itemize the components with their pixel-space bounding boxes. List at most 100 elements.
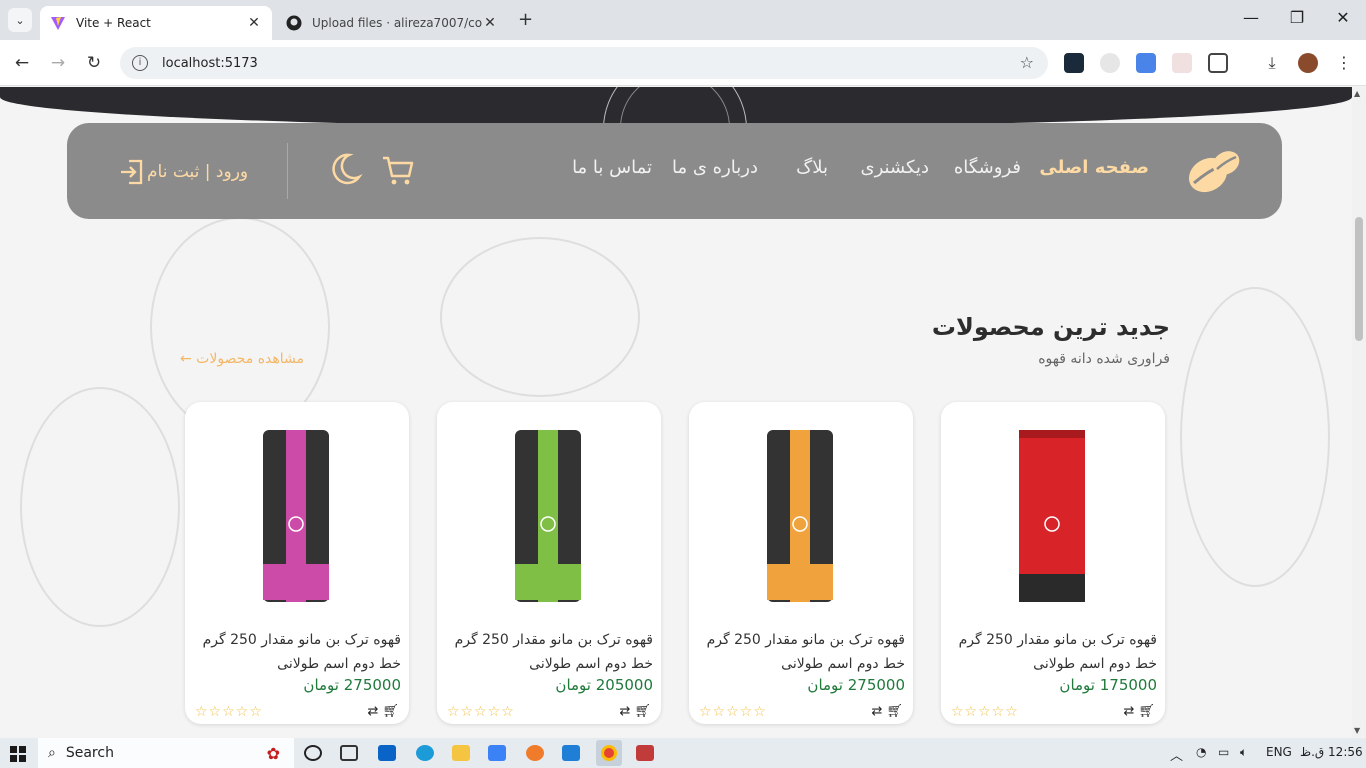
compare-icon[interactable]: ⇄ [871,704,882,719]
product-name: قهوه ترک بن مانو مقدار 250 گرم خط دوم اس… [454,632,653,672]
nav-dictionary[interactable]: دیکشنری [861,157,929,178]
compare-icon[interactable]: ⇄ [367,704,378,719]
scroll-up-arrow[interactable]: ▲ [1354,89,1360,98]
task-view-icon[interactable] [304,745,322,761]
store-icon[interactable] [488,745,506,761]
windows-taskbar: ⌕ Search ✿ ︿ ◔ ▭ 🔈︎ ENG 12:56 ق.ظ [0,738,1366,768]
compare-icon[interactable]: ⇄ [619,704,630,719]
background-sketch [440,237,640,397]
cart-icon[interactable] [377,149,417,189]
product-name: قهوه ترک بن مانو مقدار 250 گرم خط دوم اس… [958,632,1157,672]
app-icon[interactable] [636,745,654,761]
extension-icon[interactable] [1064,53,1084,73]
close-icon[interactable]: ✕ [482,15,498,31]
restore-button[interactable]: ❐ [1274,8,1320,27]
nav-blog[interactable]: بلاگ [796,157,828,178]
product-actions: ⇄ 🛒︎ [1123,704,1155,719]
add-to-cart-icon[interactable]: 🛒︎ [1138,704,1155,719]
product-actions: ⇄ 🛒︎ [871,704,903,719]
forward-button[interactable]: → [46,51,70,75]
tab-github-upload[interactable]: Upload files · alireza7007/coffee ✕ [276,6,508,40]
back-button[interactable]: ← [10,51,34,75]
clock[interactable]: 12:56 ق.ظ [1300,745,1363,759]
add-to-cart-icon[interactable]: 🛒︎ [634,704,651,719]
extensions-puzzle-icon[interactable] [1208,53,1228,73]
page-viewport: صفحه اصلی فروشگاه دیکشنری بلاگ درباره ی … [0,87,1352,737]
address-bar[interactable]: i localhost:5173 ☆ [120,47,1048,79]
widgets-icon[interactable] [340,745,358,761]
nav-shop[interactable]: فروشگاه [954,157,1021,178]
product-price: 275000 تومان [807,676,905,694]
windows-start-icon[interactable] [10,746,26,762]
background-sketch [1180,287,1330,587]
language-indicator[interactable]: ENG [1266,745,1292,759]
product-actions: ⇄ 🛒︎ [367,704,399,719]
volume-icon[interactable]: 🔈︎ [1240,745,1247,760]
add-to-cart-icon[interactable]: 🛒︎ [886,704,903,719]
close-window-button[interactable]: ✕ [1320,8,1366,27]
rating-stars: ☆☆☆☆☆ [951,704,1019,720]
tab-title: Vite + React [76,16,151,30]
main-navbar: صفحه اصلی فروشگاه دیکشنری بلاگ درباره ی … [67,123,1282,219]
firefox-icon[interactable] [526,745,544,761]
extension-icon[interactable] [1100,53,1120,73]
file-explorer-icon[interactable] [452,745,470,761]
product-card[interactable]: قهوه ترک بن مانو مقدار 250 گرم خط دوم اس… [941,402,1165,724]
site-info-icon[interactable]: i [132,55,148,71]
wifi-icon[interactable]: ◔ [1196,745,1206,759]
login-register-link[interactable]: ورود | ثبت نام [107,157,248,187]
coffee-bag-image [767,430,833,602]
close-icon[interactable]: ✕ [246,15,262,31]
browser-tab-bar: ⌄ Vite + React ✕ Upload files · alireza7… [0,0,1366,40]
tab-vite-react[interactable]: Vite + React ✕ [40,6,272,40]
vite-icon [51,17,65,30]
edge-icon[interactable] [416,745,434,761]
chrome-icon[interactable] [596,740,622,766]
product-card[interactable]: قهوه ترک بن مانو مقدار 250 گرم خط دوم اس… [185,402,409,724]
nav-about[interactable]: درباره ی ما [672,157,758,178]
coffee-bag-image [515,430,581,602]
login-label: ورود | ثبت نام [147,162,249,182]
extension-icon[interactable] [1172,53,1192,73]
vscode-icon[interactable] [562,745,580,761]
nav-contact[interactable]: تماس با ما [572,157,652,178]
product-card[interactable]: قهوه ترک بن مانو مقدار 250 گرم خط دوم اس… [689,402,913,724]
minimize-button[interactable]: — [1228,8,1274,27]
reload-button[interactable]: ↻ [82,51,106,75]
scroll-down-arrow[interactable]: ▼ [1354,726,1360,735]
coffee-bag-image [263,430,329,602]
moon-icon[interactable] [325,149,365,189]
scrollbar-thumb[interactable] [1355,217,1363,341]
taskbar-search-label: Search [65,745,114,761]
page-scrollbar[interactable]: ▲ ▼ [1352,87,1366,737]
section-title: جدید ترین محصولات [931,313,1170,341]
profile-avatar[interactable] [1298,53,1318,73]
product-name: قهوه ترک بن مانو مقدار 250 گرم خط دوم اس… [706,632,905,672]
search-icon: ⌕ [48,745,56,761]
view-all-products-link[interactable]: مشاهده محصولات ← [180,351,304,367]
product-price: 205000 تومان [555,676,653,694]
coffee-bean-logo-icon[interactable] [1184,143,1244,199]
translate-icon[interactable] [1136,53,1156,73]
battery-icon[interactable]: ▭ [1218,745,1229,759]
login-icon [121,159,143,185]
product-card[interactable]: قهوه ترک بن مانو مقدار 250 گرم خط دوم اس… [437,402,661,724]
url-text: localhost:5173 [162,55,258,71]
product-name: قهوه ترک بن مانو مقدار 250 گرم خط دوم اس… [202,632,401,672]
compare-icon[interactable]: ⇄ [1123,704,1134,719]
rating-stars: ☆☆☆☆☆ [447,704,515,720]
add-to-cart-icon[interactable]: 🛒︎ [382,704,399,719]
menu-icon[interactable]: ⋮ [1334,53,1354,73]
outlook-icon[interactable] [378,745,396,761]
tray-chevron-icon[interactable]: ︿ [1170,745,1183,764]
product-actions: ⇄ 🛒︎ [619,704,651,719]
nav-home[interactable]: صفحه اصلی [1039,157,1149,178]
taskbar-search-box[interactable]: ⌕ Search ✿ [38,738,294,768]
product-price: 175000 تومان [1059,676,1157,694]
download-icon[interactable]: ⤓ [1262,53,1282,73]
tab-search-button[interactable]: ⌄ [8,8,32,32]
rating-stars: ☆☆☆☆☆ [195,704,263,720]
new-tab-button[interactable]: + [518,9,533,30]
bookmark-star-icon[interactable]: ☆ [1020,53,1034,72]
poinsettia-icon: ✿ [266,744,280,763]
